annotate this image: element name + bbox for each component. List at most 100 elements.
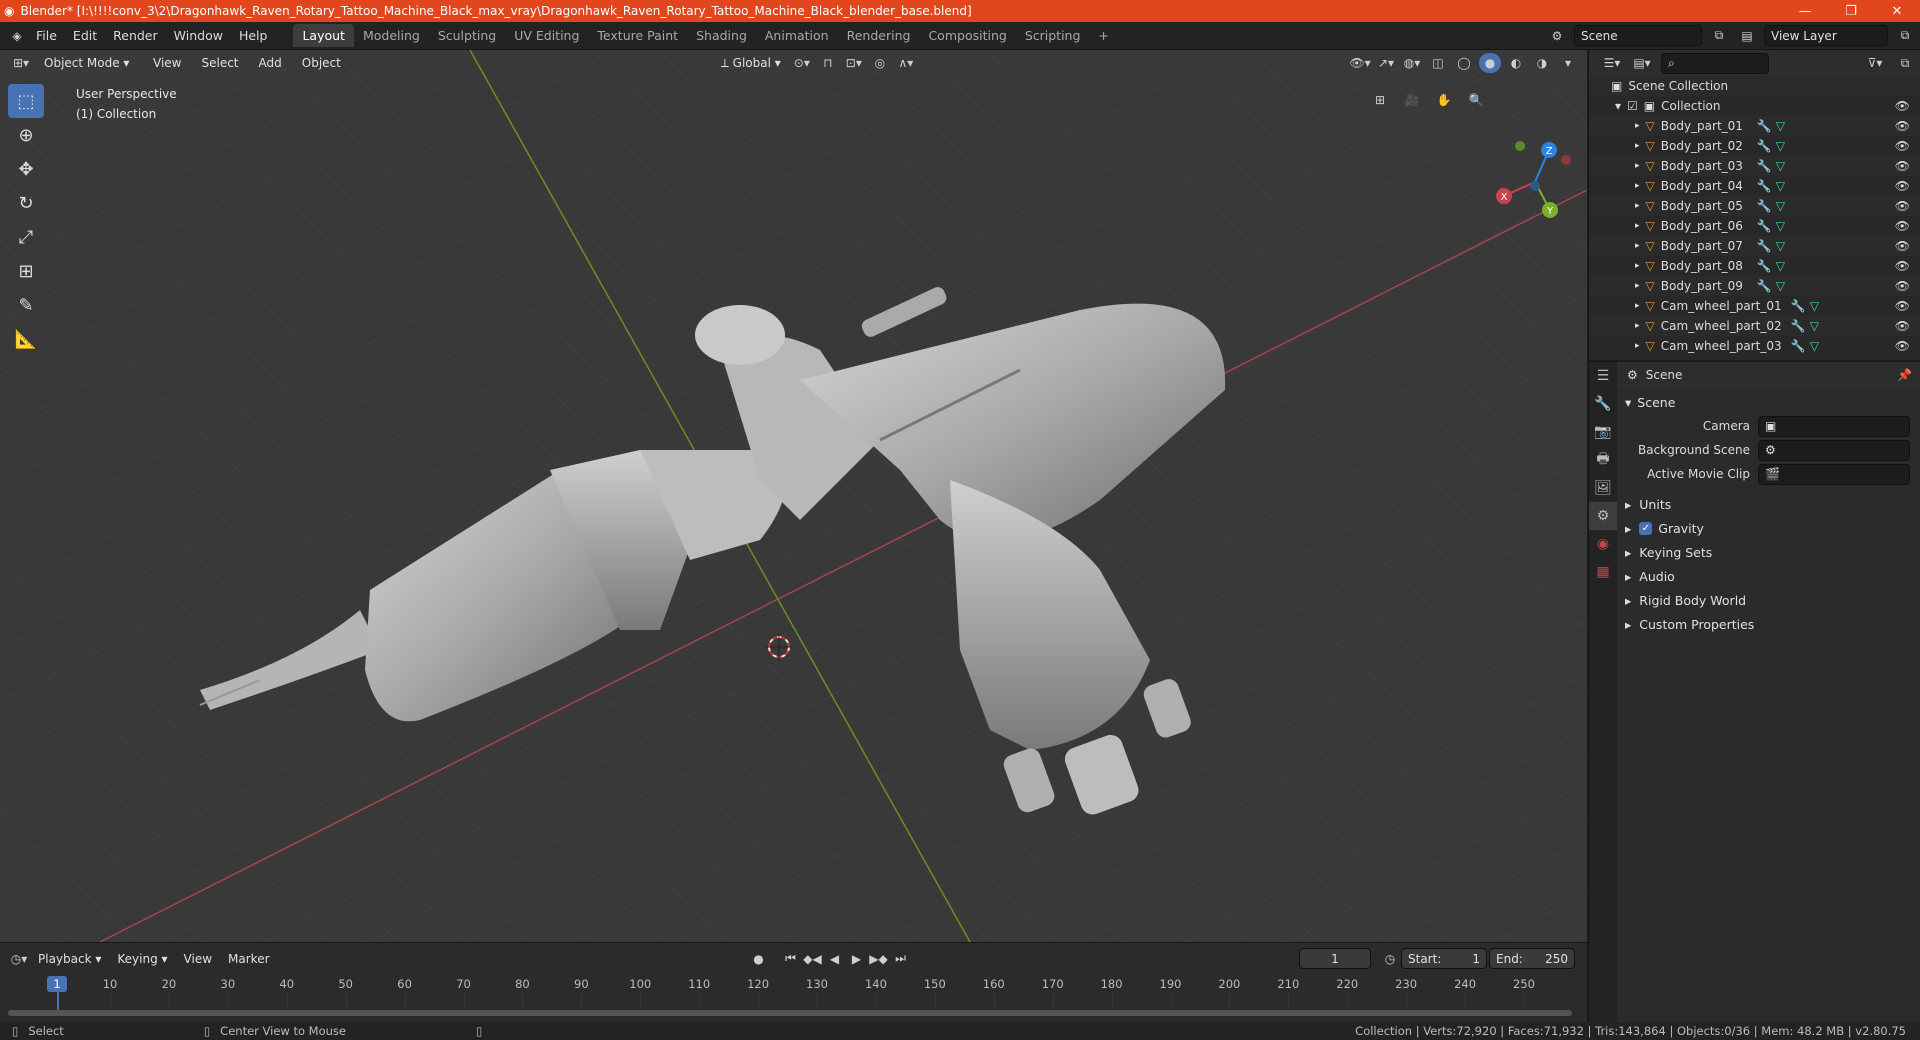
pan-hand-icon[interactable]: ✋ [1433, 90, 1455, 110]
proportional-edit-icon[interactable]: ◎ [869, 53, 891, 73]
gravity-section[interactable]: ▸ ✓ Gravity [1617, 516, 1920, 540]
mesh-data-icon[interactable]: ▽ [1810, 319, 1819, 333]
expand-arrow-icon[interactable]: ▸ [1635, 201, 1640, 211]
snap-target-icon[interactable]: ⊡▾ [843, 53, 865, 73]
mesh-data-icon[interactable]: ▽ [1776, 239, 1785, 253]
gravity-checkbox[interactable]: ✓ [1639, 521, 1653, 535]
modifier-wrench-icon[interactable]: 🔧 [1791, 319, 1806, 333]
outliner-object-row[interactable]: ▸ ▽ Cam_wheel_part_01 🔧 ▽ 👁 [1589, 296, 1920, 316]
view-layer-field[interactable]: View Layer [1764, 25, 1888, 46]
output-tab-icon[interactable]: 🖶 [1589, 446, 1617, 474]
measure-icon[interactable]: 📐 [8, 322, 44, 356]
outliner-object-row[interactable]: ▸ ▽ Body_part_06 🔧 ▽ 👁 [1589, 216, 1920, 236]
rendered-shading-icon[interactable]: ◑ [1531, 53, 1553, 73]
cursor-icon[interactable]: ⊕ [8, 118, 44, 152]
keying-sets-section[interactable]: ▸ Keying Sets [1617, 540, 1920, 564]
world-tab-icon[interactable]: ◉ [1589, 530, 1617, 558]
shading-options-icon[interactable]: ▾ [1557, 53, 1579, 73]
eye-icon[interactable]: 👁 [1895, 339, 1910, 353]
menu-edit[interactable]: Edit [65, 28, 105, 43]
falloff-icon[interactable]: ∧▾ [895, 53, 917, 73]
viewport-menu-select[interactable]: Select [193, 53, 246, 73]
outliner-object-row[interactable]: ▸ ▽ Cam_wheel_part_03 🔧 ▽ 👁 [1589, 336, 1920, 356]
outliner-editor-icon[interactable]: ☰▾ [1601, 53, 1623, 73]
tool-tab-icon[interactable]: 🔧 [1589, 390, 1617, 418]
expand-arrow-icon[interactable]: ▸ [1635, 341, 1640, 351]
tab-layout[interactable]: Layout [293, 24, 354, 47]
end-frame-field[interactable]: End: 250 [1489, 948, 1575, 969]
scene-icon[interactable]: ⚙ [1546, 26, 1568, 46]
jump-start-icon[interactable]: ⏮ [780, 949, 802, 969]
modifier-wrench-icon[interactable]: 🔧 [1757, 179, 1772, 193]
eye-icon[interactable]: 👁 [1895, 279, 1910, 293]
modifier-wrench-icon[interactable]: 🔧 [1791, 339, 1806, 353]
viewport-menu-view[interactable]: View [145, 53, 189, 73]
eye-icon[interactable]: 👁 [1895, 259, 1910, 273]
rigid-body-world-section[interactable]: ▸ Rigid Body World [1617, 588, 1920, 612]
blender-menu-icon[interactable]: ◈ [6, 26, 28, 46]
modifier-wrench-icon[interactable]: 🔧 [1791, 299, 1806, 313]
transform-icon[interactable]: ⊞ [8, 254, 44, 288]
outliner-object-row[interactable]: ▸ ▽ Body_part_05 🔧 ▽ 👁 [1589, 196, 1920, 216]
grid-view-icon[interactable]: ⊞ [1369, 90, 1391, 110]
eye-icon[interactable]: 👁 [1895, 239, 1910, 253]
scene-tab-icon[interactable]: ⚙ [1589, 502, 1617, 530]
tab-sculpting[interactable]: Sculpting [429, 24, 505, 47]
select-box-icon[interactable]: ⬚ [8, 84, 44, 118]
texture-tab-icon[interactable]: ▦ [1589, 558, 1617, 586]
mesh-data-icon[interactable]: ▽ [1776, 179, 1785, 193]
eye-icon[interactable]: 👁 [1895, 119, 1910, 133]
expand-arrow-icon[interactable]: ▸ [1635, 141, 1640, 151]
snap-icon[interactable]: ⊓ [817, 53, 839, 73]
view-layer-tab-icon[interactable]: 🖼 [1589, 474, 1617, 502]
properties-editor-icon[interactable]: ☰ [1589, 362, 1617, 390]
keying-menu[interactable]: Keying ▾ [109, 949, 175, 969]
timeline-editor-icon[interactable]: ◷▾ [8, 949, 30, 969]
close-button[interactable]: ✕ [1874, 4, 1920, 19]
mesh-data-icon[interactable]: ▽ [1810, 339, 1819, 353]
new-scene-icon[interactable]: ⧉ [1708, 26, 1730, 46]
xray-icon[interactable]: ◫ [1427, 53, 1449, 73]
modifier-wrench-icon[interactable]: 🔧 [1757, 259, 1772, 273]
transform-orientation-dropdown[interactable]: ⟂ Global ▾ [713, 53, 787, 73]
pivot-icon[interactable]: ⊙▾ [791, 53, 813, 73]
outliner-object-row[interactable]: ▸ ▽ Body_part_02 🔧 ▽ 👁 [1589, 136, 1920, 156]
collection-checkbox[interactable]: ☑ [1627, 99, 1638, 113]
add-workspace-button[interactable]: + [1089, 24, 1117, 47]
gizmo-toggle-icon[interactable]: ↗▾ [1375, 53, 1397, 73]
minimize-button[interactable]: — [1782, 4, 1828, 19]
modifier-wrench-icon[interactable]: 🔧 [1757, 119, 1772, 133]
editor-type-icon[interactable]: ⊞▾ [10, 53, 32, 73]
expand-arrow-icon[interactable]: ▸ [1635, 301, 1640, 311]
3d-viewport[interactable]: X Z Y ⊞▾ Object Mode ▾ View Select Add O… [0, 50, 1587, 942]
modifier-wrench-icon[interactable]: 🔧 [1757, 279, 1772, 293]
outliner-object-row[interactable]: ▸ ▽ Body_part_07 🔧 ▽ 👁 [1589, 236, 1920, 256]
eye-icon[interactable]: 👁 [1895, 139, 1910, 153]
modifier-wrench-icon[interactable]: 🔧 [1757, 239, 1772, 253]
move-icon[interactable]: ✥ [8, 152, 44, 186]
tab-texture-paint[interactable]: Texture Paint [588, 24, 687, 47]
viewport-menu-object[interactable]: Object [294, 53, 349, 73]
expand-arrow-icon[interactable]: ▸ [1635, 261, 1640, 271]
menu-file[interactable]: File [28, 28, 65, 43]
outliner-object-row[interactable]: ▸ ▽ Body_part_04 🔧 ▽ 👁 [1589, 176, 1920, 196]
scene-panel-header[interactable]: ▾ Scene [1617, 390, 1920, 414]
timeline-view-menu[interactable]: View [176, 949, 220, 969]
eye-icon[interactable]: 👁 [1895, 319, 1910, 333]
modifier-wrench-icon[interactable]: 🔧 [1757, 219, 1772, 233]
expand-arrow-icon[interactable]: ▸ [1635, 161, 1640, 171]
prev-keyframe-icon[interactable]: ◆◀ [802, 949, 824, 969]
new-view-layer-icon[interactable]: ⧉ [1894, 26, 1916, 46]
tab-animation[interactable]: Animation [756, 24, 838, 47]
scale-icon[interactable]: ⤢ [8, 220, 44, 254]
eye-icon[interactable]: 👁 [1895, 199, 1910, 213]
expand-arrow-icon[interactable]: ▸ [1635, 181, 1640, 191]
object-mode-dropdown[interactable]: Object Mode ▾ [36, 53, 141, 73]
tab-compositing[interactable]: Compositing [919, 24, 1015, 47]
outliner-search-input[interactable]: ⌕ [1661, 52, 1769, 74]
expand-arrow-icon[interactable]: ▸ [1635, 281, 1640, 291]
mesh-data-icon[interactable]: ▽ [1776, 219, 1785, 233]
mesh-data-icon[interactable]: ▽ [1776, 139, 1785, 153]
mesh-data-icon[interactable]: ▽ [1776, 159, 1785, 173]
background-scene-field[interactable]: ⚙ [1758, 439, 1910, 461]
